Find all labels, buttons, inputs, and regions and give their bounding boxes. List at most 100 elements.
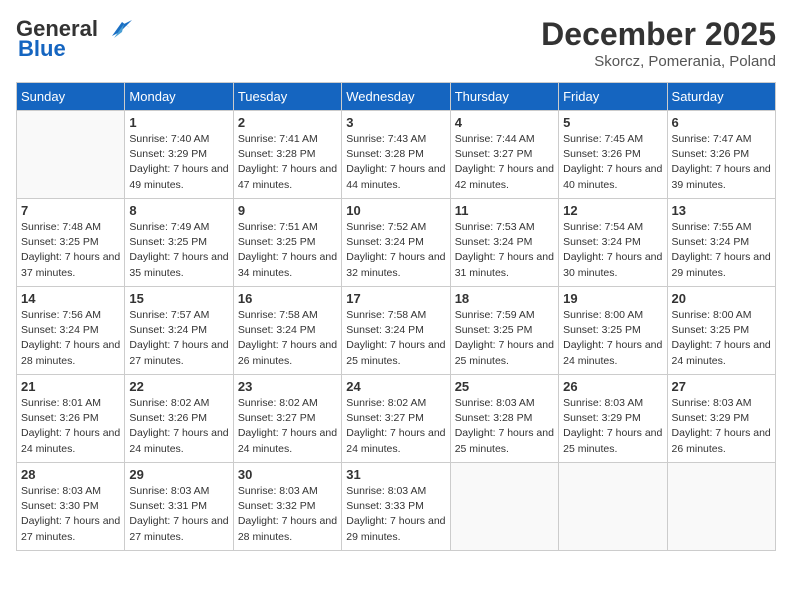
calendar-cell: 19 Sunrise: 8:00 AMSunset: 3:25 PMDayligh… [559, 287, 667, 375]
title-block: December 2025 Skorcz, Pomerania, Poland [541, 16, 776, 70]
location: Skorcz, Pomerania, Poland [541, 53, 776, 70]
day-number: 25 [455, 379, 554, 394]
day-info: Sunrise: 7:52 AMSunset: 3:24 PMDaylight:… [346, 220, 445, 281]
day-info: Sunrise: 7:45 AMSunset: 3:26 PMDaylight:… [563, 132, 662, 193]
day-info: Sunrise: 7:59 AMSunset: 3:25 PMDaylight:… [455, 308, 554, 369]
calendar-cell: 29 Sunrise: 8:03 AMSunset: 3:31 PMDayligh… [125, 463, 233, 551]
calendar-cell: 17Sunrise: 7:58 AMSunset: 3:24 PMDayligh… [342, 287, 450, 375]
day-info: Sunrise: 8:03 AMSunset: 3:31 PMDaylight:… [129, 484, 228, 545]
day-info: Sunrise: 8:00 AMSunset: 3:25 PMDaylight:… [563, 308, 662, 369]
calendar-cell: 14 Sunrise: 7:56 AMSunset: 3:24 PMDayligh… [17, 287, 125, 375]
day-number: 17 [346, 291, 445, 306]
day-info: Sunrise: 8:03 AMSunset: 3:33 PMDaylight:… [346, 484, 445, 545]
day-number: 3 [346, 115, 445, 130]
calendar-cell: 22 Sunrise: 8:02 AMSunset: 3:26 PMDayligh… [125, 375, 233, 463]
week-row-3: 14 Sunrise: 7:56 AMSunset: 3:24 PMDayligh… [17, 287, 776, 375]
col-header-saturday: Saturday [667, 83, 775, 111]
week-row-5: 28Sunrise: 8:03 AMSunset: 3:30 PMDayligh… [17, 463, 776, 551]
day-info: Sunrise: 7:53 AMSunset: 3:24 PMDaylight:… [455, 220, 554, 281]
day-info: Sunrise: 8:00 AMSunset: 3:25 PMDaylight:… [672, 308, 771, 369]
day-info: Sunrise: 8:03 AMSunset: 3:30 PMDaylight:… [21, 484, 120, 545]
day-info: Sunrise: 8:02 AMSunset: 3:26 PMDaylight:… [129, 396, 228, 457]
calendar-cell: 26 Sunrise: 8:03 AMSunset: 3:29 PMDayligh… [559, 375, 667, 463]
calendar-cell: 11 Sunrise: 7:53 AMSunset: 3:24 PMDayligh… [450, 199, 558, 287]
calendar-cell: 28Sunrise: 8:03 AMSunset: 3:30 PMDayligh… [17, 463, 125, 551]
logo-bird-icon [102, 18, 132, 40]
day-info: Sunrise: 7:44 AMSunset: 3:27 PMDaylight:… [455, 132, 554, 193]
calendar-cell: 16 Sunrise: 7:58 AMSunset: 3:24 PMDayligh… [233, 287, 341, 375]
calendar-cell: 18Sunrise: 7:59 AMSunset: 3:25 PMDayligh… [450, 287, 558, 375]
logo-blue: Blue [18, 36, 66, 62]
day-number: 10 [346, 203, 445, 218]
calendar-cell: 1Sunrise: 7:40 AMSunset: 3:29 PMDaylight… [125, 111, 233, 199]
calendar-cell: 3 Sunrise: 7:43 AMSunset: 3:28 PMDaylight… [342, 111, 450, 199]
calendar-cell: 20 Sunrise: 8:00 AMSunset: 3:25 PMDayligh… [667, 287, 775, 375]
week-row-4: 21 Sunrise: 8:01 AMSunset: 3:26 PMDayligh… [17, 375, 776, 463]
logo: General Blue [16, 16, 132, 62]
calendar-cell: 24 Sunrise: 8:02 AMSunset: 3:27 PMDayligh… [342, 375, 450, 463]
day-number: 11 [455, 203, 554, 218]
day-info: Sunrise: 8:03 AMSunset: 3:28 PMDaylight:… [455, 396, 554, 457]
day-number: 12 [563, 203, 662, 218]
day-info: Sunrise: 8:03 AMSunset: 3:29 PMDaylight:… [563, 396, 662, 457]
day-info: Sunrise: 7:48 AMSunset: 3:25 PMDaylight:… [21, 220, 120, 281]
day-info: Sunrise: 8:02 AMSunset: 3:27 PMDaylight:… [238, 396, 337, 457]
col-header-sunday: Sunday [17, 83, 125, 111]
day-info: Sunrise: 8:03 AMSunset: 3:29 PMDaylight:… [672, 396, 771, 457]
week-row-2: 7 Sunrise: 7:48 AMSunset: 3:25 PMDaylight… [17, 199, 776, 287]
calendar-header-row: SundayMondayTuesdayWednesdayThursdayFrid… [17, 83, 776, 111]
col-header-friday: Friday [559, 83, 667, 111]
day-number: 15 [129, 291, 228, 306]
day-number: 24 [346, 379, 445, 394]
day-number: 1 [129, 115, 228, 130]
day-info: Sunrise: 8:02 AMSunset: 3:27 PMDaylight:… [346, 396, 445, 457]
day-number: 29 [129, 467, 228, 482]
calendar-cell: 10 Sunrise: 7:52 AMSunset: 3:24 PMDayligh… [342, 199, 450, 287]
day-info: Sunrise: 7:56 AMSunset: 3:24 PMDaylight:… [21, 308, 120, 369]
day-number: 4 [455, 115, 554, 130]
day-info: Sunrise: 8:01 AMSunset: 3:26 PMDaylight:… [21, 396, 120, 457]
day-number: 14 [21, 291, 120, 306]
calendar-cell: 6 Sunrise: 7:47 AMSunset: 3:26 PMDaylight… [667, 111, 775, 199]
col-header-tuesday: Tuesday [233, 83, 341, 111]
day-number: 31 [346, 467, 445, 482]
calendar-cell: 31 Sunrise: 8:03 AMSunset: 3:33 PMDayligh… [342, 463, 450, 551]
calendar-cell: 13 Sunrise: 7:55 AMSunset: 3:24 PMDayligh… [667, 199, 775, 287]
calendar-cell: 25 Sunrise: 8:03 AMSunset: 3:28 PMDayligh… [450, 375, 558, 463]
calendar-cell: 23 Sunrise: 8:02 AMSunset: 3:27 PMDayligh… [233, 375, 341, 463]
calendar-cell [450, 463, 558, 551]
col-header-wednesday: Wednesday [342, 83, 450, 111]
page-header: General Blue December 2025 Skorcz, Pomer… [16, 16, 776, 70]
month-title: December 2025 [541, 16, 776, 53]
calendar-cell [559, 463, 667, 551]
day-number: 16 [238, 291, 337, 306]
day-number: 6 [672, 115, 771, 130]
day-info: Sunrise: 7:47 AMSunset: 3:26 PMDaylight:… [672, 132, 771, 193]
calendar-table: SundayMondayTuesdayWednesdayThursdayFrid… [16, 82, 776, 551]
calendar-cell: 12 Sunrise: 7:54 AMSunset: 3:24 PMDayligh… [559, 199, 667, 287]
day-info: Sunrise: 7:54 AMSunset: 3:24 PMDaylight:… [563, 220, 662, 281]
day-number: 21 [21, 379, 120, 394]
day-number: 20 [672, 291, 771, 306]
day-number: 27 [672, 379, 771, 394]
day-info: Sunrise: 7:58 AMSunset: 3:24 PMDaylight:… [238, 308, 337, 369]
day-info: Sunrise: 7:55 AMSunset: 3:24 PMDaylight:… [672, 220, 771, 281]
day-number: 19 [563, 291, 662, 306]
day-number: 5 [563, 115, 662, 130]
day-number: 26 [563, 379, 662, 394]
calendar-cell: 9 Sunrise: 7:51 AMSunset: 3:25 PMDaylight… [233, 199, 341, 287]
calendar-cell: 4 Sunrise: 7:44 AMSunset: 3:27 PMDaylight… [450, 111, 558, 199]
calendar-cell: 27 Sunrise: 8:03 AMSunset: 3:29 PMDayligh… [667, 375, 775, 463]
day-number: 13 [672, 203, 771, 218]
day-number: 23 [238, 379, 337, 394]
day-number: 9 [238, 203, 337, 218]
day-info: Sunrise: 7:51 AMSunset: 3:25 PMDaylight:… [238, 220, 337, 281]
day-number: 22 [129, 379, 228, 394]
day-info: Sunrise: 7:41 AMSunset: 3:28 PMDaylight:… [238, 132, 337, 193]
day-number: 2 [238, 115, 337, 130]
day-info: Sunrise: 7:43 AMSunset: 3:28 PMDaylight:… [346, 132, 445, 193]
day-number: 7 [21, 203, 120, 218]
week-row-1: 1Sunrise: 7:40 AMSunset: 3:29 PMDaylight… [17, 111, 776, 199]
calendar-cell: 15Sunrise: 7:57 AMSunset: 3:24 PMDayligh… [125, 287, 233, 375]
calendar-cell: 7 Sunrise: 7:48 AMSunset: 3:25 PMDaylight… [17, 199, 125, 287]
